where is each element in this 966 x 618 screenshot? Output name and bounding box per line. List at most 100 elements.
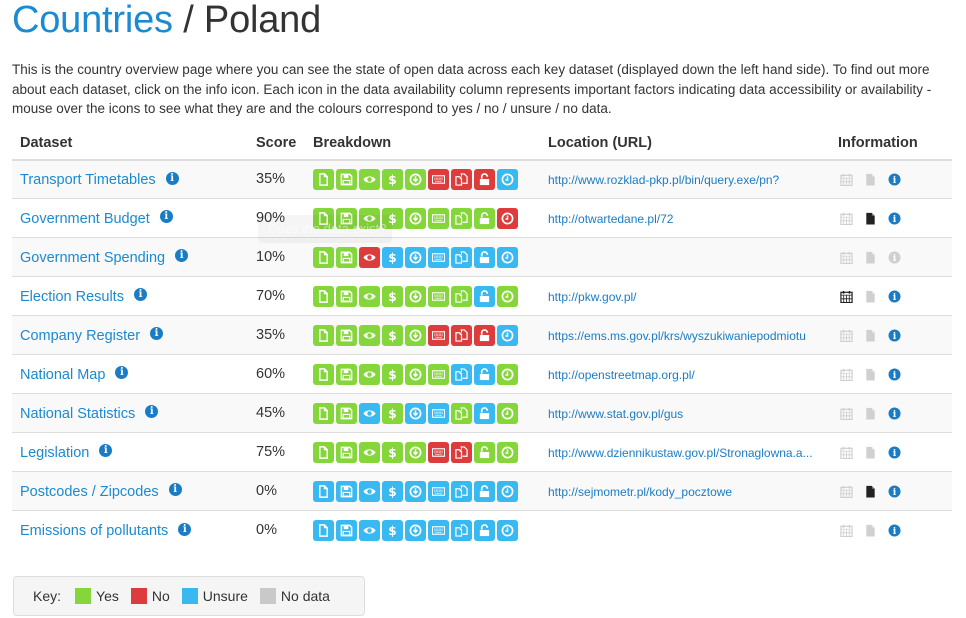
keyboard-icon[interactable] [428,285,449,307]
file-icon[interactable] [313,519,334,541]
unlock-icon[interactable] [474,363,495,385]
clock-icon[interactable] [497,480,518,502]
dollar-icon[interactable]: $ [382,402,403,424]
dollar-icon[interactable]: $ [382,168,403,190]
dataset-link[interactable]: Company Register [20,328,140,344]
save-icon[interactable] [336,168,357,190]
eye-icon[interactable] [359,519,380,541]
download-icon[interactable] [405,363,426,385]
location-url-link[interactable]: http://otwartedane.pl/72 [548,212,673,226]
copy-icon[interactable] [451,285,472,307]
download-icon[interactable] [405,168,426,190]
download-icon[interactable] [405,519,426,541]
dollar-icon[interactable]: $ [382,480,403,502]
eye-icon[interactable] [359,246,380,268]
eye-icon[interactable] [359,363,380,385]
download-icon[interactable] [405,324,426,346]
dollar-icon[interactable]: $ [382,519,403,541]
file-icon[interactable] [313,246,334,268]
keyboard-icon[interactable] [428,363,449,385]
file-icon[interactable] [313,402,334,424]
dataset-link[interactable]: Election Results [20,289,124,305]
dollar-icon[interactable]: $ [382,324,403,346]
file-icon[interactable] [313,168,334,190]
calendar-icon[interactable] [840,290,853,303]
save-icon[interactable] [336,441,357,463]
dollar-icon[interactable]: $ [382,285,403,307]
file-icon[interactable] [313,480,334,502]
info-icon[interactable]: i [888,367,901,381]
dataset-link[interactable]: Legislation [20,445,89,461]
info-icon[interactable]: i [888,524,901,537]
info-icon[interactable]: i [888,406,901,420]
clock-icon[interactable] [497,246,518,268]
file-icon[interactable] [313,324,334,346]
keyboard-icon[interactable] [428,324,449,346]
clock-icon[interactable] [497,285,518,307]
location-url-link[interactable]: http://www.stat.gov.pl/gus [548,407,683,421]
dataset-info-icon[interactable]: i [115,366,129,380]
eye-icon[interactable] [359,402,380,424]
dollar-icon[interactable]: $ [382,363,403,385]
download-icon[interactable] [405,246,426,268]
eye-icon[interactable] [359,480,380,502]
clock-icon[interactable] [497,402,518,424]
dataset-info-icon[interactable]: i [150,327,164,341]
save-icon[interactable] [336,285,357,307]
dollar-icon[interactable]: $ [382,441,403,463]
dataset-info-icon[interactable]: i [145,405,159,419]
info-icon[interactable]: i [888,328,901,342]
dataset-link[interactable]: National Map [20,367,105,383]
copy-icon[interactable] [451,480,472,502]
unlock-icon[interactable] [474,441,495,463]
save-icon[interactable] [336,363,357,385]
info-icon[interactable]: i [888,484,901,498]
keyboard-icon[interactable] [428,168,449,190]
info-icon[interactable]: i [888,445,901,459]
download-icon[interactable] [405,207,426,229]
copy-icon[interactable] [451,168,472,190]
eye-icon[interactable] [359,285,380,307]
clock-icon[interactable] [497,207,518,229]
unlock-icon[interactable] [474,168,495,190]
keyboard-icon[interactable] [428,246,449,268]
clock-icon[interactable] [497,363,518,385]
save-icon[interactable] [336,246,357,268]
save-icon[interactable] [336,519,357,541]
download-icon[interactable] [405,480,426,502]
info-icon[interactable]: i [888,211,901,225]
copy-icon[interactable] [451,207,472,229]
document-icon[interactable] [864,212,877,225]
file-icon[interactable] [313,363,334,385]
location-url-link[interactable]: http://www.dziennikustaw.gov.pl/Stronagl… [548,446,813,460]
dataset-link[interactable]: Government Spending [20,250,165,266]
download-icon[interactable] [405,285,426,307]
dataset-info-icon[interactable]: i [175,249,189,263]
dataset-link[interactable]: Transport Timetables [20,172,156,188]
dataset-link[interactable]: Emissions of pollutants [20,523,168,539]
dataset-info-icon[interactable]: i [133,288,147,302]
download-icon[interactable] [405,402,426,424]
location-url-link[interactable]: http://www.rozklad-pkp.pl/bin/query.exe/… [548,173,779,187]
dataset-info-icon[interactable]: i [165,171,179,185]
breadcrumb-countries-link[interactable]: Countries [12,0,173,41]
keyboard-icon[interactable] [428,519,449,541]
location-url-link[interactable]: http://pkw.gov.pl/ [548,290,637,304]
keyboard-icon[interactable] [428,402,449,424]
copy-icon[interactable] [451,324,472,346]
dataset-link[interactable]: National Statistics [20,406,135,422]
save-icon[interactable] [336,480,357,502]
copy-icon[interactable] [451,363,472,385]
location-url-link[interactable]: http://sejmometr.pl/kody_pocztowe [548,485,732,499]
dataset-link[interactable]: Postcodes / Zipcodes [20,484,159,500]
unlock-icon[interactable] [474,285,495,307]
keyboard-icon[interactable] [428,441,449,463]
clock-icon[interactable] [497,168,518,190]
info-icon[interactable]: i [888,173,901,186]
dataset-info-icon[interactable]: i [99,444,113,458]
clock-icon[interactable] [497,324,518,346]
eye-icon[interactable] [359,168,380,190]
unlock-icon[interactable] [474,519,495,541]
unlock-icon[interactable] [474,402,495,424]
copy-icon[interactable] [451,519,472,541]
